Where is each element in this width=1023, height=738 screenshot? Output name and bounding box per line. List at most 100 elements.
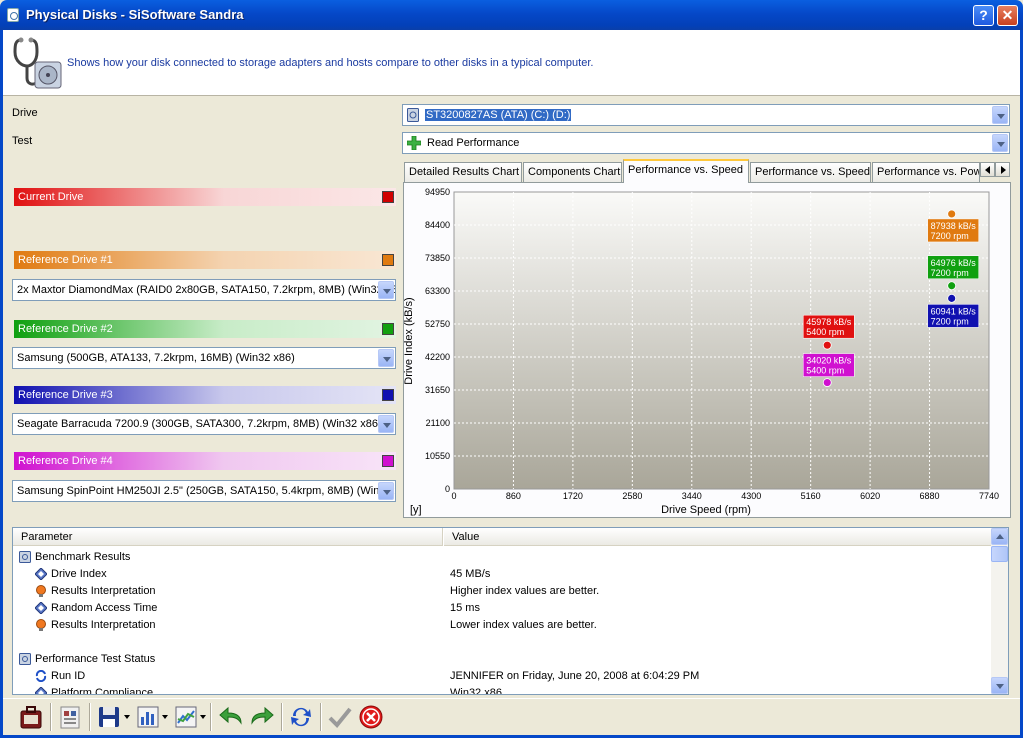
chevron-down-icon[interactable] (992, 134, 1008, 152)
scroll-up-icon[interactable] (991, 528, 1008, 545)
reference-drive-4-label: Reference Drive #4 (18, 455, 113, 467)
x-tick-label: 4300 (741, 491, 761, 501)
point-value-label: 60941 kB/s (931, 306, 977, 316)
stethoscope-disk-icon (13, 37, 62, 89)
close-button[interactable]: ✕ (997, 5, 1018, 26)
reference-drive-3-swatch[interactable] (382, 389, 394, 401)
reference-drive-4-value: Samsung SpinPoint HM250JI 2.5" (250GB, S… (17, 485, 396, 497)
chevron-down-icon[interactable] (378, 281, 394, 299)
table-row[interactable]: Results Interpretation (35, 583, 156, 600)
x-axis-ticks: 0 860 1720 2580 3440 4300 5160 6020 6880 7740 (451, 491, 999, 501)
results-scrollbar[interactable] (991, 528, 1008, 694)
checkmark-icon[interactable] (326, 703, 354, 731)
bar-chart-icon[interactable] (134, 703, 162, 731)
point-speed-label: 5400 rpm (806, 327, 844, 337)
reference-drive-4-swatch[interactable] (382, 455, 394, 467)
toolbar-separator (320, 703, 322, 731)
toolbar-separator (89, 703, 91, 731)
app-icon[interactable] (7, 8, 19, 22)
data-point (947, 209, 957, 219)
row-label: Results Interpretation (51, 585, 156, 597)
reference-drive-2-swatch[interactable] (382, 323, 394, 335)
data-point (822, 340, 832, 350)
refresh-icon[interactable] (287, 703, 315, 731)
briefcase-icon[interactable] (17, 703, 45, 731)
reference-drive-1-value: 2x Maxtor DiamondMax (RAID0 2x80GB, SATA… (17, 284, 396, 296)
reference-drive-4-bar: Reference Drive #4 (14, 452, 396, 470)
column-header-parameter[interactable]: Parameter (13, 528, 443, 546)
y-tick-label: 0 (445, 484, 450, 494)
scroll-down-icon[interactable] (991, 677, 1008, 694)
back-arrow-icon[interactable] (217, 703, 245, 731)
plus-icon (407, 136, 421, 151)
y-tick-label: 94950 (425, 187, 450, 197)
reference-drive-3-select[interactable]: Seagate Barracuda 7200.9 (300GB, SATA300… (12, 413, 396, 435)
row-label: Drive Index (51, 568, 107, 580)
chevron-down-icon[interactable] (378, 415, 394, 433)
reference-drive-2-value: Samsung (500GB, ATA133, 7.2krpm, 16MB) (… (17, 352, 295, 364)
chart-dropdown-icon[interactable] (162, 715, 168, 719)
chevron-down-icon[interactable] (378, 482, 394, 500)
point-speed-label: 7200 rpm (931, 268, 969, 278)
scatter-chart: 0 10550 21100 31650 42200 52750 63300 73850 8440… (403, 187, 999, 516)
drive-select[interactable]: ST3200827AS (ATA) (C:) (D:) (402, 104, 1010, 126)
group-row-performance-test-status[interactable]: Performance Test Status (19, 651, 155, 668)
bottom-toolbar (3, 698, 1020, 735)
line-chart-icon[interactable] (172, 703, 200, 731)
diamond-icon (35, 687, 47, 694)
table-row[interactable]: Random Access Time (35, 600, 157, 617)
x-tick-label: 3440 (682, 491, 702, 501)
tab-performance-vs-speed-active[interactable]: Performance vs. Speed (623, 159, 749, 183)
tab-performance-vs-power[interactable]: Performance vs. Power (872, 162, 980, 182)
tab-scroll-right-icon[interactable] (995, 162, 1010, 177)
chevron-down-icon[interactable] (378, 349, 394, 367)
tab-scroll-left-icon[interactable] (980, 162, 995, 177)
table-row[interactable]: Platform Compliance (35, 685, 153, 694)
chevron-down-icon[interactable] (992, 106, 1008, 124)
reference-drive-2-select[interactable]: Samsung (500GB, ATA133, 7.2krpm, 16MB) (… (12, 347, 396, 369)
table-row[interactable]: Drive Index (35, 566, 107, 583)
reference-drive-2-label: Reference Drive #2 (18, 323, 113, 335)
data-point (947, 293, 957, 303)
table-row[interactable]: Results Interpretation (35, 617, 156, 634)
title-bar[interactable]: Physical Disks - SiSoftware Sandra ? ✕ (0, 0, 1023, 30)
reference-drive-4-select[interactable]: Samsung SpinPoint HM250JI 2.5" (250GB, S… (12, 480, 396, 502)
diamond-icon (35, 602, 47, 614)
row-value: Higher index values are better. (450, 585, 600, 597)
row-value: 15 ms (450, 602, 480, 614)
data-point (822, 378, 832, 387)
group-row-benchmark-results[interactable]: Benchmark Results (19, 549, 130, 566)
cancel-icon[interactable] (357, 703, 385, 731)
results-grid[interactable]: Parameter Value Benchmark Results Drive … (12, 527, 1009, 695)
y-tick-label: 84400 (425, 220, 450, 230)
reference-drive-1-swatch[interactable] (382, 254, 394, 266)
x-tick-label: 860 (506, 491, 521, 501)
tab-components-chart[interactable]: Components Chart (523, 162, 622, 182)
x-tick-label: 1720 (563, 491, 583, 501)
save-icon[interactable] (95, 703, 123, 731)
tab-detailed-results-chart[interactable]: Detailed Results Chart (404, 162, 522, 182)
forward-arrow-icon[interactable] (248, 703, 276, 731)
reference-drive-1-select[interactable]: 2x Maxtor DiamondMax (RAID0 2x80GB, SATA… (12, 279, 396, 301)
test-select[interactable]: Read Performance (402, 132, 1010, 154)
chart-panel: 0 10550 21100 31650 42200 52750 63300 73850 8440… (403, 182, 1011, 518)
header-description: Shows how your disk connected to storage… (67, 57, 594, 69)
report-icon[interactable] (56, 703, 84, 731)
save-dropdown-icon[interactable] (124, 715, 130, 719)
graph-dropdown-icon[interactable] (200, 715, 206, 719)
column-header-value[interactable]: Value (444, 528, 993, 546)
lightbulb-icon (36, 585, 46, 597)
point-value-label: 64976 kB/s (931, 258, 977, 268)
y-tick-label: 21100 (426, 418, 450, 428)
reference-drive-3-label: Reference Drive #3 (18, 389, 113, 401)
help-button[interactable]: ? (973, 5, 994, 26)
window-frame-left (0, 30, 3, 738)
tab-performance-vs-speed[interactable]: Performance vs. Speed (750, 162, 871, 182)
current-drive-swatch[interactable] (382, 191, 394, 203)
scroll-thumb[interactable] (991, 546, 1008, 562)
y-tick-label: 52750 (425, 319, 450, 329)
reference-drive-3-bar: Reference Drive #3 (14, 386, 396, 404)
disk-icon (19, 653, 31, 665)
table-row[interactable]: Run ID (35, 668, 85, 685)
corner-label: [y] (410, 504, 422, 516)
